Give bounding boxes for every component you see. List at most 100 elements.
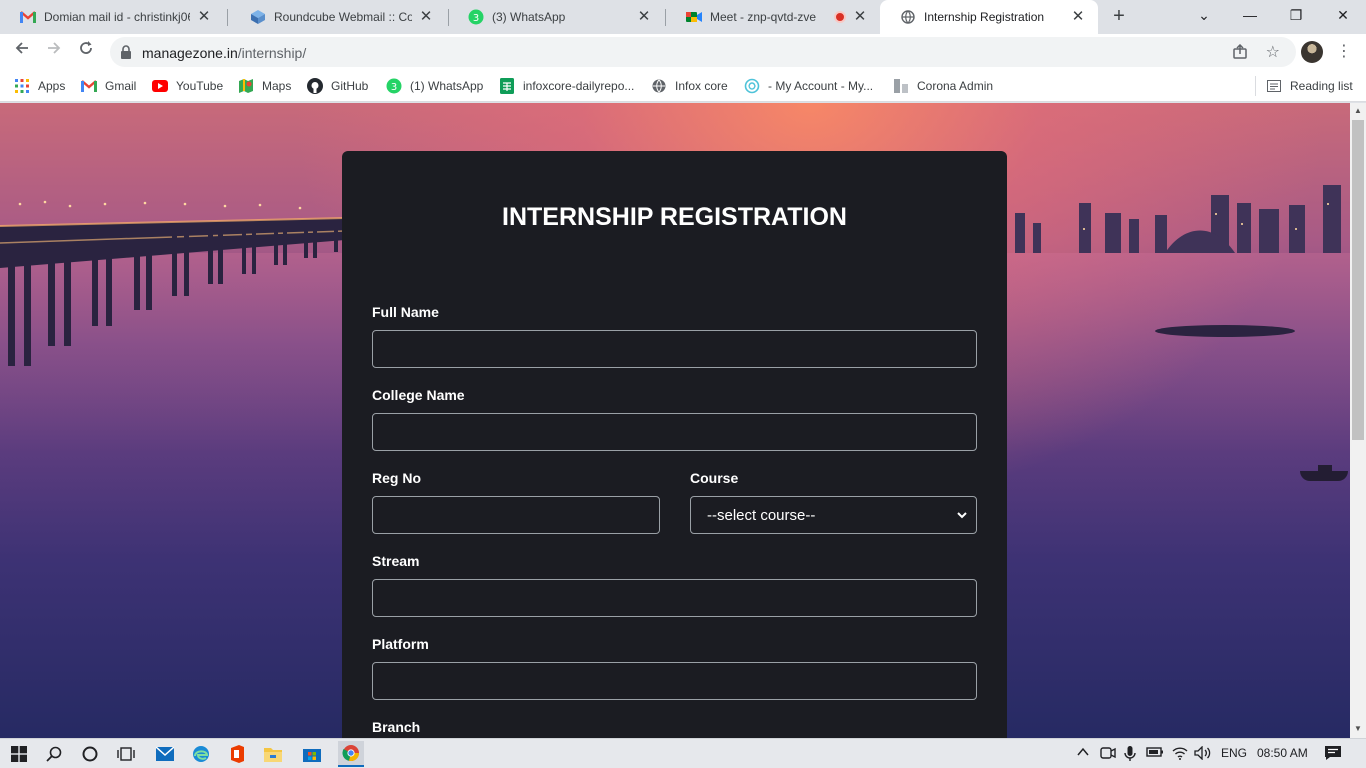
bookmark-label: - My Account - My...	[768, 79, 874, 93]
office-app-icon[interactable]	[226, 743, 248, 765]
close-tab-icon[interactable]: ✕	[852, 9, 868, 25]
bookmark-youtube[interactable]: YouTube	[152, 76, 223, 96]
account-icon	[744, 78, 760, 94]
bookmarks-divider	[1255, 76, 1256, 96]
bookmark-label: Infox core	[675, 79, 728, 93]
bookmark-apps[interactable]: Apps	[14, 76, 65, 96]
wifi-icon[interactable]	[1172, 746, 1188, 763]
reload-button[interactable]	[72, 38, 100, 66]
windows-start-icon[interactable]	[8, 743, 30, 765]
reading-list-icon	[1266, 78, 1282, 94]
profile-avatar[interactable]	[1301, 41, 1323, 63]
platform-input[interactable]	[372, 662, 977, 700]
edge-browser-icon[interactable]	[190, 743, 212, 765]
scrollbar-thumb[interactable]	[1352, 120, 1364, 440]
share-icon[interactable]	[1232, 43, 1248, 63]
file-explorer-icon[interactable]	[262, 743, 284, 765]
minimize-button[interactable]: —	[1227, 0, 1273, 30]
tab-divider	[227, 9, 228, 26]
bookmark-github[interactable]: GitHub	[307, 76, 368, 96]
input-language[interactable]: ENG	[1221, 746, 1247, 760]
close-tab-icon[interactable]: ✕	[196, 9, 212, 25]
tab-title: Domian mail id - christinkj06@	[44, 10, 190, 24]
battery-icon[interactable]	[1146, 746, 1164, 761]
sheets-icon	[499, 78, 515, 94]
microphone-icon[interactable]	[1124, 746, 1136, 765]
scroll-down-icon[interactable]: ▼	[1354, 725, 1362, 733]
cortana-icon[interactable]	[79, 743, 101, 765]
bookmark-whatsapp[interactable]: 3 (1) WhatsApp	[386, 76, 483, 96]
bookmark-label: YouTube	[176, 79, 224, 93]
menu-kebab-icon[interactable]: ⋮	[1336, 40, 1352, 64]
course-select[interactable]: --select course--	[690, 496, 977, 534]
recording-icon	[834, 11, 846, 23]
corona-icon	[893, 78, 909, 94]
maximize-button[interactable]: ❐	[1273, 0, 1319, 30]
tab-whatsapp[interactable]: 3 (3) WhatsApp ✕	[448, 0, 664, 34]
reg-no-label: Reg No	[372, 470, 421, 486]
lock-icon	[120, 45, 132, 62]
maps-icon	[238, 78, 254, 94]
reading-list-button[interactable]: Reading list	[1266, 76, 1353, 96]
bookmark-my-account[interactable]: - My Account - My...	[744, 76, 873, 96]
whatsapp-icon: 3	[386, 78, 402, 94]
bookmark-gmail[interactable]: Gmail	[81, 76, 136, 96]
tab-internship-registration[interactable]: Internship Registration ✕	[880, 0, 1098, 34]
college-name-input[interactable]	[372, 413, 977, 451]
scroll-up-icon[interactable]: ▲	[1354, 107, 1362, 115]
mail-app-icon[interactable]	[154, 743, 176, 765]
apps-grid-icon	[14, 78, 30, 94]
notifications-icon[interactable]	[1324, 745, 1342, 764]
close-tab-icon[interactable]: ✕	[636, 9, 652, 25]
close-window-button[interactable]: ✕	[1320, 0, 1366, 30]
bookmark-infoxcore-dailyreport[interactable]: infoxcore-dailyrepo...	[499, 76, 634, 96]
bookmark-label: Maps	[262, 79, 292, 93]
vertical-scrollbar[interactable]: ▲ ▼	[1350, 103, 1366, 738]
course-selected-value: --select course--	[707, 507, 816, 524]
reload-icon	[80, 41, 92, 54]
stream-input[interactable]	[372, 579, 977, 617]
back-arrow-icon	[15, 42, 28, 54]
search-icon[interactable]	[43, 743, 65, 765]
bookmarks-bar: Apps Gmail YouTube Maps GitHub 3 (1) Wha…	[0, 70, 1366, 102]
bookmark-label: Corona Admin	[917, 79, 994, 93]
reg-no-input[interactable]	[372, 496, 660, 534]
bookmark-corona-admin[interactable]: Corona Admin	[893, 76, 993, 96]
url-path: /internship/	[237, 45, 307, 61]
tab-meet[interactable]: Meet - znp-qvtd-zve ✕	[666, 0, 880, 34]
bookmark-infox-core[interactable]: Infox core	[651, 76, 728, 96]
store-app-icon[interactable]	[301, 743, 323, 765]
bookmark-star-icon[interactable]: ☆	[1266, 42, 1280, 62]
tab-gmail[interactable]: Domian mail id - christinkj06@ ✕	[0, 0, 224, 34]
new-tab-button[interactable]: +	[1108, 5, 1130, 27]
chrome-taskbar-icon[interactable]	[338, 741, 364, 767]
youtube-icon	[152, 78, 168, 94]
system-clock[interactable]: 08:50 AM	[1257, 746, 1308, 760]
meet-icon	[686, 9, 702, 25]
bookmark-label: infoxcore-dailyrepo...	[523, 79, 635, 93]
tab-search-button[interactable]: ⌄	[1181, 0, 1227, 30]
meet-now-icon[interactable]	[1100, 746, 1116, 763]
course-label: Course	[690, 470, 739, 486]
tab-title: (3) WhatsApp	[492, 10, 566, 24]
address-bar[interactable]: managezone.in/internship/ ☆	[110, 37, 1296, 67]
task-view-icon[interactable]	[115, 743, 137, 765]
url-host: managezone.in	[142, 45, 238, 61]
globe-icon	[651, 78, 667, 94]
full-name-input[interactable]	[372, 330, 977, 368]
close-tab-icon[interactable]: ✕	[418, 9, 434, 25]
bookmark-label: GitHub	[331, 79, 369, 93]
tab-title: Internship Registration	[924, 10, 1045, 24]
browser-toolbar: managezone.in/internship/ ☆	[0, 34, 1366, 70]
volume-icon[interactable]	[1194, 745, 1212, 763]
globe-icon	[900, 9, 916, 25]
whatsapp-icon: 3	[468, 9, 484, 25]
tab-title: Roundcube Webmail :: Comp	[274, 10, 412, 24]
forward-button[interactable]	[40, 38, 68, 66]
tab-roundcube[interactable]: Roundcube Webmail :: Comp ✕	[230, 0, 446, 34]
close-tab-icon[interactable]: ✕	[1070, 9, 1086, 25]
bookmark-maps[interactable]: Maps	[238, 76, 291, 96]
full-name-label: Full Name	[372, 304, 439, 320]
back-button[interactable]	[8, 38, 36, 66]
show-hidden-icons-chevron-icon[interactable]	[1076, 746, 1090, 761]
